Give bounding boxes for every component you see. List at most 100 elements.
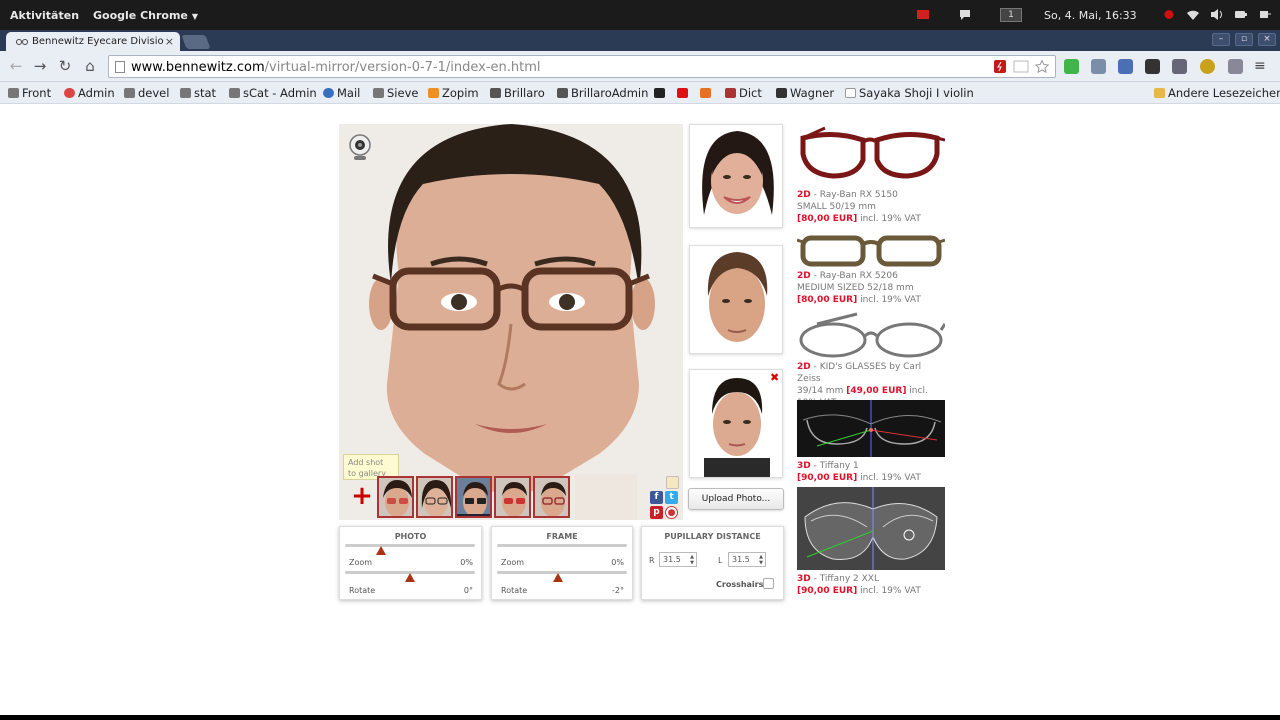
gallery-thumbnail[interactable] [377,476,414,518]
page-icon [115,61,125,73]
photo-zoom-slider-track[interactable] [345,544,475,547]
battery-icon[interactable] [1234,8,1248,21]
frame-rotate-value: -2° [612,586,624,595]
new-tab-button[interactable] [181,35,211,49]
clock[interactable]: So, 4. Mai, 16:33 [1044,9,1137,22]
upload-photo-button[interactable]: Upload Photo... [688,488,784,510]
pupillary-distance-panel: PUPILLARY DISTANCE R 31.5 ▲ ▼ L 31.5 ▲ ▼ Cro… [641,526,784,600]
bookmark-item[interactable]: stat [180,86,216,100]
bookmark-item[interactable] [677,86,691,100]
sample-face-woman[interactable] [689,124,783,228]
frame-image-rayban-5206[interactable] [797,232,945,268]
pinterest-icon[interactable]: p [650,506,663,519]
twitter-icon[interactable]: t [665,491,678,504]
flash-icon[interactable] [916,8,930,21]
bookmark-item[interactable]: Zopim [428,86,479,100]
extension-green-icon[interactable] [1064,59,1079,74]
frame-image-kids-glasses[interactable] [797,310,945,360]
page-action-icon[interactable] [1013,60,1029,73]
reload-icon[interactable]: ↻ [57,58,73,74]
pd-right-stepper[interactable]: 31.5 ▲ ▼ [659,552,697,567]
flash-blocked-icon[interactable] [993,60,1007,73]
record-icon[interactable] [1162,8,1176,21]
record-share-icon[interactable]: ● [665,506,678,519]
bookmark-item[interactable]: Sieve [373,86,418,100]
crosshairs-checkbox[interactable] [763,578,774,589]
bookmark-item[interactable]: Admin [64,86,115,100]
extension-window-icon[interactable] [1228,59,1243,74]
bookmark-item[interactable]: Wagner [776,86,834,100]
gallery-thumbnail[interactable] [455,476,492,518]
bookmark-icon [700,88,711,98]
facebook-icon[interactable]: f [650,491,663,504]
extension-shield-icon[interactable] [1172,59,1187,74]
bookmark-item[interactable]: BrillaroAdmin [557,86,648,100]
other-bookmarks[interactable]: Andere Lesezeichen [1154,86,1280,100]
bookmark-icon [557,88,568,98]
frame-item-rayban-5150[interactable]: 2D - Ray-Ban RX 5150 SMALL 50/19 mm [80,00… [797,189,947,225]
back-arrow-icon[interactable]: ← [8,58,24,74]
frame-rotate-slider-handle[interactable] [553,573,564,582]
extension-puzzle-icon[interactable] [1091,59,1106,74]
gallery-thumbnail[interactable] [533,476,570,518]
screen: Aktivitäten Google Chrome ▼ 1 So, 4. Mai,… [0,0,1280,715]
bookmark-star-icon[interactable] [1035,60,1049,73]
stepper-arrows-icon[interactable]: ▲ ▼ [759,554,763,566]
window-close-button[interactable]: × [1258,33,1276,46]
gallery-thumbnail[interactable] [416,476,453,518]
remove-photo-icon[interactable]: ✖ [770,372,781,383]
bookmark-item[interactable]: Mail [323,86,360,100]
chat-icon[interactable] [958,8,972,21]
photo-rotate-slider-handle[interactable] [405,573,415,582]
menu-hamburger-icon[interactable]: ≡ [1254,59,1269,74]
user-menu-icon[interactable] [1258,8,1272,21]
frame-zoom-slider-track[interactable] [497,544,627,547]
frame-image-rayban-5150[interactable] [797,124,945,186]
volume-icon[interactable] [1210,8,1224,21]
app-menu[interactable]: Google Chrome ▼ [93,9,198,22]
extension-blue-icon[interactable] [1118,59,1133,74]
virtual-mirror-viewport[interactable]: Add shot to gallery + f t p ● [339,124,683,520]
home-icon[interactable]: ⌂ [82,58,98,74]
frame-item-tiffany-2-xxl[interactable]: 3D - Tiffany 2 XXL [90,00 EUR] incl. 19% … [797,573,947,597]
photo-panel: PHOTO Zoom 0% Rotate 0° [339,526,482,600]
bookmark-item[interactable]: Brillaro [490,86,545,100]
gallery-thumbnail[interactable] [494,476,531,518]
forward-arrow-icon[interactable]: → [32,58,48,74]
bookmark-item[interactable] [700,86,714,100]
bookmark-icon [323,88,334,98]
wifi-icon[interactable] [1186,8,1200,21]
frame-panel-title: FRAME [546,532,578,541]
bookmark-item[interactable] [654,86,668,100]
extension-yellow-icon[interactable] [1200,59,1215,74]
tab-close-icon[interactable]: × [165,35,174,48]
pd-left-stepper[interactable]: 31.5 ▲ ▼ [728,552,766,567]
frame-item-tiffany-1[interactable]: 3D - Tiffany 1 [90,00 EUR] incl. 19% VAT [797,460,947,484]
bookmark-icon [8,88,19,98]
activities-button[interactable]: Aktivitäten [10,9,79,22]
webcam-icon[interactable] [348,134,372,162]
stepper-arrows-icon[interactable]: ▲ ▼ [690,554,694,566]
extension-gear-icon[interactable] [1145,59,1160,74]
add-to-gallery-plus-icon[interactable]: + [351,483,373,509]
frame-image-tiffany-2-xxl-3d[interactable] [797,487,945,570]
bookmark-item[interactable]: Front [8,86,51,100]
tab-bennewitz[interactable]: Bennewitz Eyecare Divisio × [6,32,180,51]
bookmark-item[interactable]: devel [124,86,169,100]
pd-right-label: R [649,556,655,565]
bookmark-icon [180,88,191,98]
sample-face-man-curly[interactable] [689,245,783,354]
workspace-indicator[interactable]: 1 [1000,8,1022,22]
sample-face-man-suit[interactable] [689,369,783,478]
bookmark-item[interactable]: Dict [725,86,762,100]
bookmark-item[interactable]: sCat - Admin [229,86,317,100]
app-menu-label: Google Chrome [93,9,188,22]
bookmark-item[interactable]: Sayaka Shoji I violin [845,86,974,100]
address-bar[interactable]: www.bennewitz.com/virtual-mirror/version… [108,55,1056,78]
email-share-icon[interactable] [666,476,679,489]
window-minimize-button[interactable]: – [1212,33,1230,46]
window-maximize-button[interactable]: ▫ [1235,33,1253,46]
frame-item-rayban-5206[interactable]: 2D - Ray-Ban RX 5206 MEDIUM SIZED 52/18 m… [797,270,947,306]
frame-image-tiffany-1-3d[interactable] [797,400,945,457]
photo-zoom-slider-handle[interactable] [376,546,387,555]
